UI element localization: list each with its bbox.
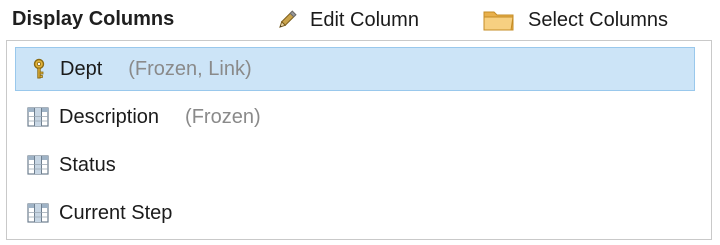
select-columns-button[interactable]: Select Columns <box>482 4 668 36</box>
column-name: Dept <box>60 57 103 80</box>
column-note: (Frozen, Link) <box>128 57 252 80</box>
column-row-current-step[interactable]: Current Step <box>15 191 695 235</box>
column-row-dept[interactable]: Dept (Frozen, Link) <box>15 47 695 91</box>
edit-column-label: Edit Column <box>310 8 419 31</box>
panel-title: Display Columns <box>12 8 175 30</box>
table-column-icon <box>27 154 49 176</box>
column-row-description[interactable]: Description (Frozen) <box>15 95 695 139</box>
table-column-icon <box>27 106 49 128</box>
key-icon <box>28 58 50 80</box>
column-name: Status <box>59 153 116 176</box>
folder-icon <box>482 7 516 33</box>
column-row-status[interactable]: Status <box>15 143 695 187</box>
column-name: Description <box>59 105 160 128</box>
column-name: Current Step <box>59 201 173 224</box>
columns-list[interactable]: Dept (Frozen, Link) Description (Frozen) <box>6 40 712 240</box>
pencil-icon <box>276 9 298 31</box>
edit-column-button[interactable]: Edit Column <box>276 4 419 36</box>
table-column-icon <box>27 202 49 224</box>
select-columns-label: Select Columns <box>528 8 669 31</box>
column-note: (Frozen) <box>185 105 261 128</box>
toolbar: Display Columns Edit Column Select Colum… <box>0 0 720 40</box>
